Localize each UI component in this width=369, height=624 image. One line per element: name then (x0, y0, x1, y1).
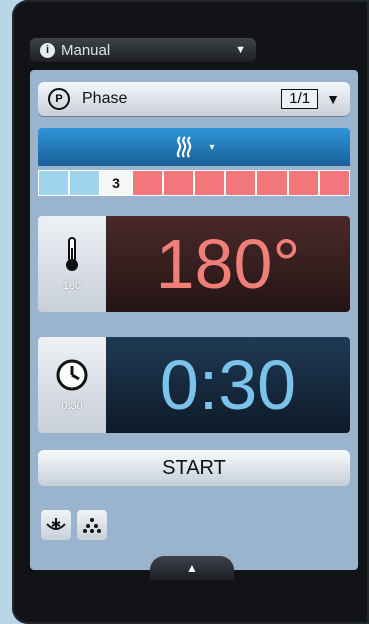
phase-page-indicator: 1/1 (281, 89, 319, 109)
step-segment (39, 171, 69, 195)
step-segment-current: 3 (101, 171, 131, 195)
chevron-down-icon: ▼ (235, 44, 246, 56)
fan-icon[interactable] (41, 510, 71, 540)
mode-label: Manual (61, 41, 111, 59)
step-segment (226, 171, 256, 195)
step-segment (257, 171, 287, 195)
clock-icon (56, 359, 88, 391)
chevron-down-icon: ▼ (326, 91, 340, 107)
chevron-up-icon: ▲ (186, 561, 198, 575)
bottom-icons (41, 510, 107, 540)
time-setpoint: 0:30 (61, 400, 83, 412)
temperature-value[interactable]: 180° (106, 216, 350, 312)
start-button[interactable]: START (38, 450, 350, 486)
step-segment (132, 171, 162, 195)
expand-handle[interactable]: ▲ (150, 556, 234, 580)
step-indicator: 3 (38, 170, 350, 196)
step-segment (195, 171, 225, 195)
step-segment (163, 171, 194, 195)
step-segment (319, 171, 350, 195)
droplets-icon[interactable] (77, 510, 107, 540)
phase-label: Phase (82, 90, 128, 107)
temperature-side[interactable]: 180 (38, 216, 106, 312)
time-value[interactable]: 0:30 (106, 337, 350, 433)
phase-icon: P (48, 88, 70, 110)
step-segment (70, 171, 100, 195)
step-segment (288, 171, 318, 195)
thermometer-icon (66, 237, 78, 271)
temperature-control[interactable]: 180 180° (38, 216, 350, 312)
time-control[interactable]: 0:30 0:30 (38, 337, 350, 433)
steam-icon (177, 136, 192, 158)
mode-selector[interactable]: i Manual ▼ (30, 38, 256, 62)
steam-mode-button[interactable]: ▾ (38, 128, 350, 166)
temperature-setpoint: 180 (62, 280, 82, 292)
time-side[interactable]: 0:30 (38, 337, 106, 433)
info-icon: i (40, 42, 55, 58)
phase-selector[interactable]: P Phase 1/1 ▼ (38, 82, 350, 116)
caret-icon: ▾ (209, 141, 215, 153)
